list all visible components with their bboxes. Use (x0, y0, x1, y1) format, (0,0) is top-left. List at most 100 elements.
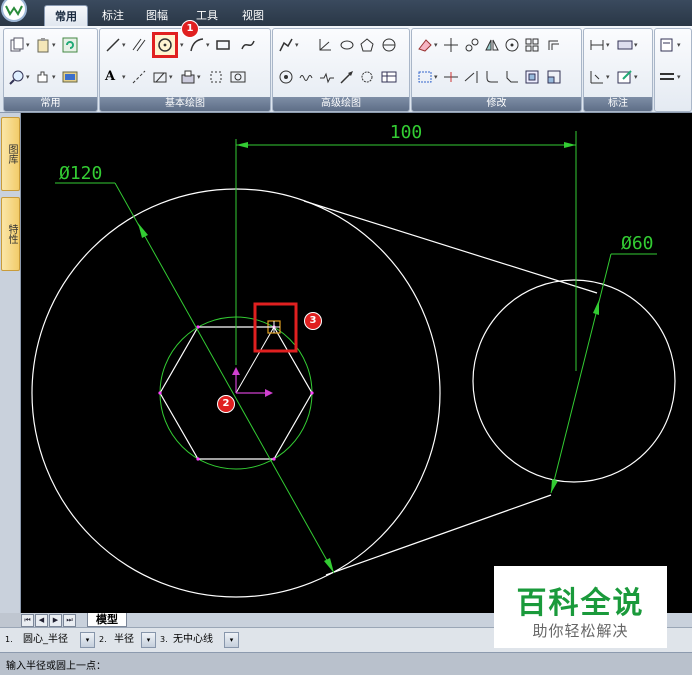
tab-common[interactable]: 常用 (44, 5, 88, 27)
mirror-icon[interactable] (484, 37, 500, 53)
tab-view[interactable]: 视图 (236, 5, 270, 26)
circle-icon (158, 38, 172, 52)
chevron-down-icon[interactable]: ▾ (122, 69, 129, 85)
gear-sketch-icon[interactable] (359, 69, 375, 85)
point-grid-icon[interactable] (208, 69, 224, 85)
chevron-down-icon[interactable]: ▾ (26, 69, 33, 85)
panel-tab-properties[interactable]: 特性 (1, 197, 20, 271)
arc-icon[interactable] (189, 37, 205, 53)
drawing-canvas[interactable]: 100 Ø120 Ø60 (21, 113, 692, 613)
chamfer-icon[interactable] (504, 69, 520, 85)
rectangle-icon[interactable] (215, 37, 231, 53)
option-3-dropdown[interactable]: ▾ (224, 632, 239, 648)
linetype-icon[interactable] (659, 69, 675, 85)
tab-frame[interactable]: 图幅 (140, 5, 174, 26)
ellipse-shape-icon[interactable] (230, 69, 246, 85)
option-2-dropdown[interactable]: ▾ (141, 632, 156, 648)
wave-line-icon[interactable] (299, 69, 315, 85)
chevron-down-icon[interactable]: ▾ (122, 37, 129, 53)
belt-tangent-top[interactable] (303, 200, 598, 294)
group-title: 基本绘图 (100, 97, 270, 111)
rotate-icon[interactable] (504, 37, 520, 53)
copy-icon[interactable] (9, 37, 25, 53)
chevron-down-icon[interactable]: ▾ (677, 69, 684, 85)
group-title: 标注 (584, 97, 652, 111)
polyline-icon[interactable] (278, 37, 294, 53)
trim-icon[interactable] (443, 69, 459, 85)
group-title: 常用 (4, 97, 97, 111)
chevron-down-icon[interactable]: ▾ (197, 69, 204, 85)
group-more: ▾ ▾ (654, 28, 692, 112)
offset-icon[interactable] (546, 37, 562, 53)
paste-icon[interactable] (35, 37, 51, 53)
angle-line-icon[interactable] (317, 37, 333, 53)
first-layout-button[interactable]: ⏮ (21, 614, 34, 627)
option-1-dropdown[interactable]: ▾ (80, 632, 95, 648)
chevron-down-icon[interactable]: ▾ (26, 37, 33, 53)
chevron-down-icon[interactable]: ▾ (434, 69, 441, 85)
center-mark-icon[interactable] (381, 37, 397, 53)
move-icon[interactable] (443, 37, 459, 53)
block-insert-icon[interactable] (659, 37, 675, 53)
zoom-icon[interactable] (9, 69, 25, 85)
chevron-down-icon[interactable]: ▾ (180, 37, 187, 53)
linear-dimension-icon[interactable] (589, 37, 605, 53)
prev-layout-button[interactable]: ◀ (35, 614, 48, 627)
dimension-dia-120[interactable] (55, 182, 335, 574)
line-icon[interactable] (105, 37, 121, 53)
scale-icon[interactable] (546, 69, 562, 85)
edit-dimension-icon[interactable] (617, 69, 633, 85)
option-no-centerline: 无中心线 (173, 634, 213, 645)
chevron-down-icon[interactable]: ▾ (295, 37, 302, 53)
explode-icon[interactable] (524, 69, 540, 85)
hatch-icon[interactable] (152, 69, 168, 85)
ellipse-icon[interactable] (339, 37, 355, 53)
tab-dimension[interactable]: 标注 (96, 5, 130, 26)
eraser-icon[interactable] (417, 37, 433, 53)
chevron-down-icon[interactable]: ▾ (434, 37, 441, 53)
watermark-subtitle: 助你轻松解决 (532, 622, 629, 640)
chevron-down-icon[interactable]: ▾ (169, 69, 176, 85)
next-layout-button[interactable]: ▶ (49, 614, 62, 627)
extend-icon[interactable] (464, 69, 480, 85)
chevron-down-icon[interactable]: ▾ (634, 69, 641, 85)
chevron-down-icon[interactable]: ▾ (634, 37, 641, 53)
chevron-down-icon[interactable]: ▾ (206, 37, 213, 53)
chevron-down-icon[interactable]: ▾ (52, 69, 59, 85)
dimension-style-icon[interactable] (617, 37, 633, 53)
app-logo-icon[interactable] (0, 0, 34, 26)
ribbon: ▾ ▾ ▾ ▾ 常用 ▾ ▾ ▾ A ▾ ▾ ▾ 基本绘图 ▾ 高级绘图 ▾ ▾… (0, 26, 692, 113)
small-circle[interactable] (472, 279, 676, 483)
pan-icon[interactable] (35, 69, 51, 85)
hole-icon[interactable] (278, 69, 294, 85)
panel-tab-library[interactable]: 图库 (1, 117, 20, 191)
arrow-icon[interactable] (339, 69, 355, 85)
refresh-icon[interactable] (62, 37, 78, 53)
text-icon[interactable]: A (105, 69, 115, 84)
centerline-icon[interactable] (131, 69, 147, 85)
dimension-100[interactable] (235, 131, 577, 371)
table-icon[interactable] (381, 69, 397, 85)
chevron-down-icon[interactable]: ▾ (606, 37, 613, 53)
belt-tangent-bottom[interactable] (325, 494, 552, 576)
block-icon[interactable] (180, 69, 196, 85)
parallel-line-icon[interactable] (131, 37, 147, 53)
command-line[interactable]: 输入半径或圆上一点： (0, 652, 692, 675)
spline-icon[interactable] (240, 37, 256, 53)
copy-objects-icon[interactable] (464, 37, 480, 53)
circle-tool-button[interactable] (152, 32, 178, 58)
tab-model[interactable]: 模型 (87, 613, 127, 627)
tolerance-icon[interactable] (589, 69, 605, 85)
chevron-down-icon[interactable]: ▾ (606, 69, 613, 85)
layer-icon[interactable] (62, 69, 78, 85)
break-line-icon[interactable] (319, 69, 335, 85)
array-icon[interactable] (524, 37, 540, 53)
chevron-down-icon[interactable]: ▾ (52, 37, 59, 53)
last-layout-button[interactable]: ⏭ (63, 614, 76, 627)
dim-arrow-icon (593, 300, 599, 315)
fillet-icon[interactable] (484, 69, 500, 85)
chevron-down-icon[interactable]: ▾ (677, 37, 684, 53)
stretch-icon[interactable] (417, 69, 433, 85)
polygon-icon[interactable] (359, 37, 375, 53)
command-prompt: 输入半径或圆上一点： (6, 661, 106, 672)
